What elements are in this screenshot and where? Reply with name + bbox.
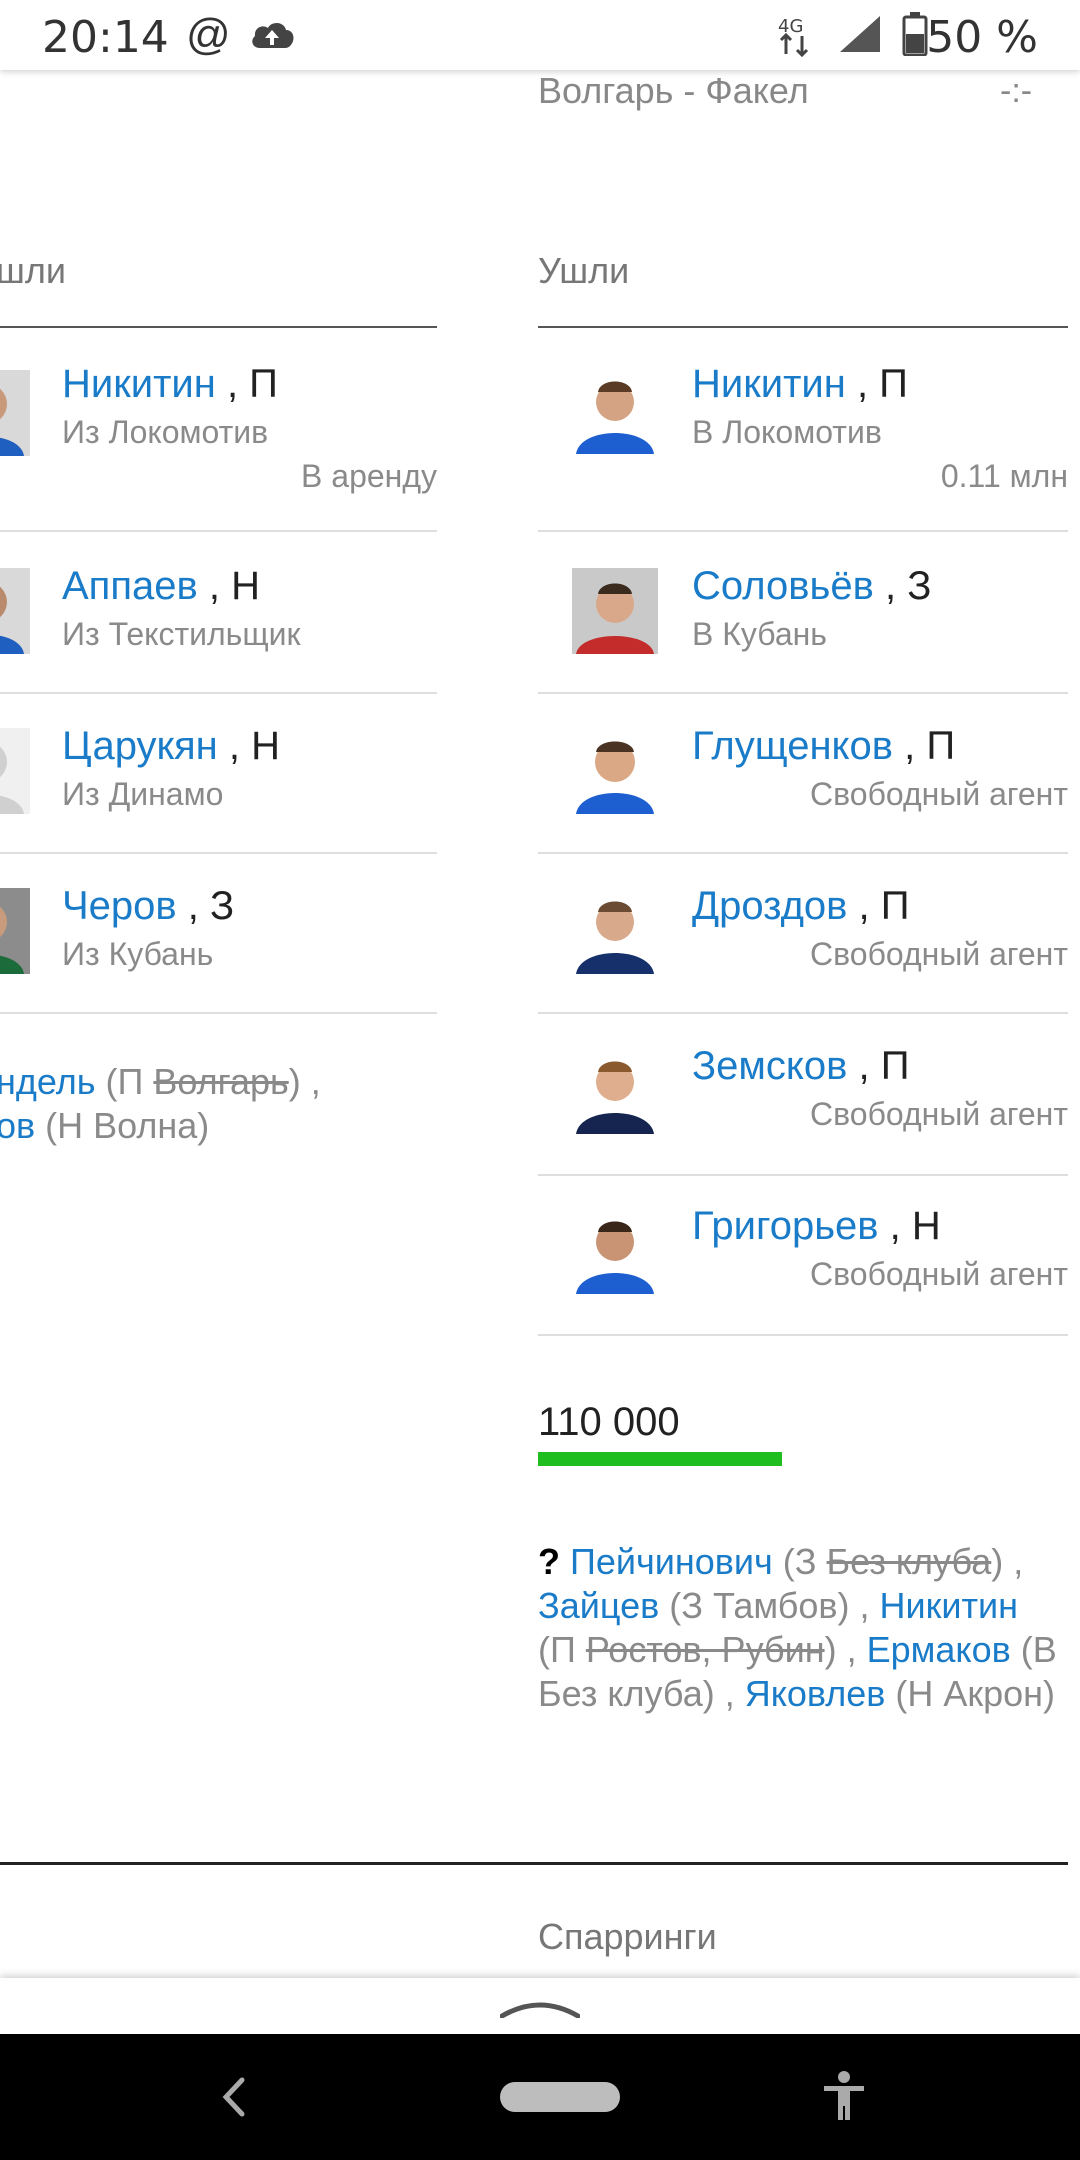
player-name-link[interactable]: Никитин , П bbox=[62, 362, 278, 407]
player-name-link[interactable]: Григорьев , Н bbox=[692, 1204, 941, 1249]
avatar bbox=[0, 888, 30, 974]
player-name-link[interactable]: Земсков , П bbox=[692, 1044, 909, 1089]
row-divider bbox=[538, 1334, 1068, 1336]
avatar bbox=[572, 1048, 658, 1134]
avatar-placeholder bbox=[0, 728, 30, 814]
player-club: Из Локомотив bbox=[62, 414, 269, 450]
row-divider bbox=[538, 692, 1068, 694]
arrivals-divider bbox=[0, 326, 437, 328]
departures-title: Ушли bbox=[538, 250, 630, 291]
signal-icon bbox=[840, 16, 880, 52]
transfer-fee: 0.11 млн bbox=[940, 458, 1068, 494]
transfer-balance: 110 000 bbox=[538, 1400, 680, 1444]
accessibility-icon[interactable] bbox=[820, 2070, 868, 2124]
avatar bbox=[0, 370, 30, 456]
row-divider bbox=[0, 1012, 437, 1014]
section-divider bbox=[0, 1862, 1068, 1865]
avatar bbox=[0, 568, 30, 654]
back-icon[interactable] bbox=[218, 2076, 248, 2118]
player-name-link[interactable]: Аппаев , Н bbox=[62, 564, 260, 609]
player-name-link[interactable]: Никитин , П bbox=[692, 362, 908, 407]
avatar bbox=[572, 888, 658, 974]
player-club: В Локомотив bbox=[692, 414, 882, 450]
player-name-link[interactable]: Глущенков , П bbox=[692, 724, 955, 769]
row-divider bbox=[0, 530, 437, 532]
rumor-player-link[interactable]: ндель bbox=[0, 1061, 95, 1102]
avatar bbox=[572, 368, 658, 454]
at-icon: @ bbox=[186, 10, 231, 59]
scroll-content[interactable]: Волгарь - Факел -:- шли Никитин , П Из Л… bbox=[0, 70, 1080, 1980]
rumor-player-link[interactable]: ов bbox=[0, 1105, 35, 1146]
player-club: Из Текстильщик bbox=[62, 616, 301, 652]
home-button[interactable] bbox=[500, 2082, 620, 2112]
player-club: Из Кубань bbox=[62, 936, 214, 972]
rumor-player-link[interactable]: Зайцев bbox=[538, 1585, 659, 1626]
battery-icon bbox=[902, 12, 928, 56]
player-name-link[interactable]: Соловьёв , З bbox=[692, 564, 931, 609]
network-label: 4G bbox=[778, 16, 803, 37]
rumor-player-link[interactable]: Никитин bbox=[880, 1585, 1018, 1626]
arrivals-title: шли bbox=[0, 250, 66, 291]
rumor-player-link[interactable]: Ермаков bbox=[867, 1629, 1011, 1670]
status-time: 20:14 bbox=[42, 12, 169, 63]
player-name-link[interactable]: Царукян , Н bbox=[62, 724, 280, 769]
avatar bbox=[572, 568, 658, 654]
system-navigation-bar bbox=[0, 2034, 1080, 2160]
cloud-upload-icon bbox=[252, 22, 294, 48]
avatar bbox=[572, 728, 658, 814]
row-divider bbox=[0, 692, 437, 694]
chevron-up-icon[interactable] bbox=[500, 1994, 580, 2018]
match-score: -:- bbox=[1000, 72, 1033, 110]
player-club: В Кубань bbox=[692, 616, 827, 652]
rumor-player-link[interactable]: Пейчинович bbox=[570, 1541, 773, 1582]
rumors-list: ндель (П Волгарь) , ов (Н Волна) bbox=[0, 1060, 436, 1148]
question-mark-icon: ? bbox=[538, 1541, 560, 1582]
sparrings-title[interactable]: Спарринги bbox=[538, 1916, 717, 1958]
network-4g-icon: 4G bbox=[778, 16, 809, 58]
battery-level: 50 % bbox=[926, 12, 1038, 63]
transfer-note: Свободный агент bbox=[810, 936, 1068, 972]
row-divider bbox=[538, 530, 1068, 532]
transfer-note: Свободный агент bbox=[810, 1256, 1068, 1292]
match-teams[interactable]: Волгарь - Факел bbox=[538, 70, 809, 112]
player-name-link[interactable]: Дроздов , П bbox=[692, 884, 910, 929]
row-divider bbox=[538, 1012, 1068, 1014]
status-bar: 20:14 @ 4G 50 % bbox=[0, 0, 1080, 70]
rumors-list: ? Пейчинович (З Без клуба) , Зайцев (З Т… bbox=[538, 1541, 1057, 1714]
transfer-note: Свободный агент bbox=[810, 776, 1068, 812]
bottom-sheet[interactable] bbox=[0, 1978, 1080, 2034]
row-divider bbox=[538, 852, 1068, 854]
rumor-player-link[interactable]: Яковлев bbox=[745, 1673, 886, 1714]
player-name-link[interactable]: Черов , З bbox=[62, 884, 234, 929]
transfer-note: В аренду bbox=[301, 458, 437, 494]
player-club: Из Динамо bbox=[62, 776, 224, 812]
row-divider bbox=[538, 1174, 1068, 1176]
balance-bar bbox=[538, 1452, 782, 1466]
avatar bbox=[572, 1208, 658, 1294]
row-divider bbox=[0, 852, 437, 854]
transfer-note: Свободный агент bbox=[810, 1096, 1068, 1132]
departures-divider bbox=[538, 326, 1068, 328]
